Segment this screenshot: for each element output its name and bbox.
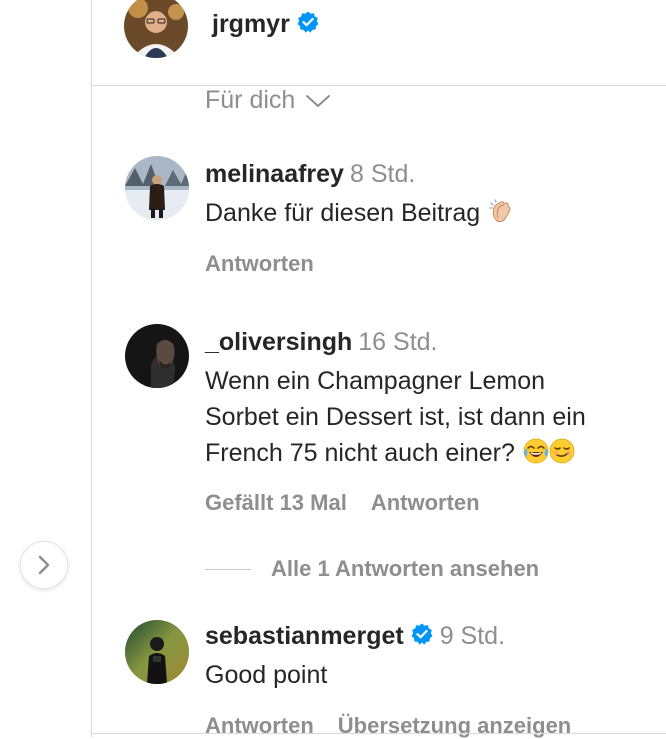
commenter-username[interactable]: sebastianmerget [205, 622, 404, 650]
smirking-face-emoji-icon [549, 438, 575, 464]
sort-label: Für dich [205, 86, 296, 114]
commenter-avatar[interactable] [125, 156, 189, 220]
comment-sort-dropdown[interactable]: Für dich [205, 86, 331, 115]
clapping-hands-emoji-icon [489, 199, 511, 223]
post-author-username[interactable]: jrgmyr [212, 10, 320, 39]
reply-button[interactable]: Antworten [371, 490, 480, 516]
comment-text: Danke für diesen Beitrag [205, 195, 655, 231]
likes-count[interactable]: Gefällt 13 Mal [205, 490, 347, 516]
tears-of-joy-emoji-icon [523, 438, 549, 464]
reply-button[interactable]: Antworten [205, 713, 314, 739]
divider-line [205, 568, 251, 570]
commenter-username[interactable]: melinaafrey [205, 160, 344, 188]
comment-actions: Antworten [205, 251, 314, 277]
show-translation-button[interactable]: Übersetzung anzeigen [338, 713, 571, 739]
comment-text: Good point [205, 661, 328, 689]
post-header: jrgmyr [92, 0, 666, 86]
comment-oliversingh: _oliversingh 16 Std. Wenn ein Champagner … [92, 324, 666, 524]
chevron-down-icon [306, 94, 331, 107]
left-panel [0, 0, 92, 737]
comment-time[interactable]: 9 Std. [440, 622, 505, 650]
comment-header: _oliversingh 16 Std. [205, 328, 438, 357]
divider [92, 733, 666, 734]
chevron-right-icon [38, 555, 50, 575]
verified-badge-icon [297, 11, 319, 33]
comment-actions: Gefällt 13 Mal Antworten [205, 490, 480, 516]
verified-badge-icon [411, 623, 433, 645]
comment-text: Wenn ein Champagner Lemon Sorbet ein Des… [205, 367, 586, 467]
post-author-avatar[interactable] [124, 0, 188, 58]
reply-button[interactable]: Antworten [205, 251, 314, 277]
comment-header: sebastianmerget 9 Std. [205, 622, 505, 651]
comment-time[interactable]: 8 Std. [350, 160, 415, 188]
comment-sebastianmerget: sebastianmerget 9 Std. Good point Antwor… [92, 618, 666, 739]
comment-time[interactable]: 16 Std. [358, 328, 437, 356]
previous-post-button[interactable] [20, 541, 68, 589]
view-replies-label: Alle 1 Antworten ansehen [271, 556, 540, 581]
view-replies-button[interactable]: Alle 1 Antworten ansehen [205, 556, 539, 582]
commenter-avatar[interactable] [125, 324, 189, 388]
comment-header: melinaafrey 8 Std. [205, 160, 415, 189]
comment-actions: Antworten Übersetzung anzeigen [205, 713, 571, 739]
commenter-avatar[interactable] [125, 620, 189, 684]
comment-melinaafrey: melinaafrey 8 Std. Danke für diesen Beitr… [92, 156, 666, 286]
commenter-username[interactable]: _oliversingh [205, 328, 352, 356]
